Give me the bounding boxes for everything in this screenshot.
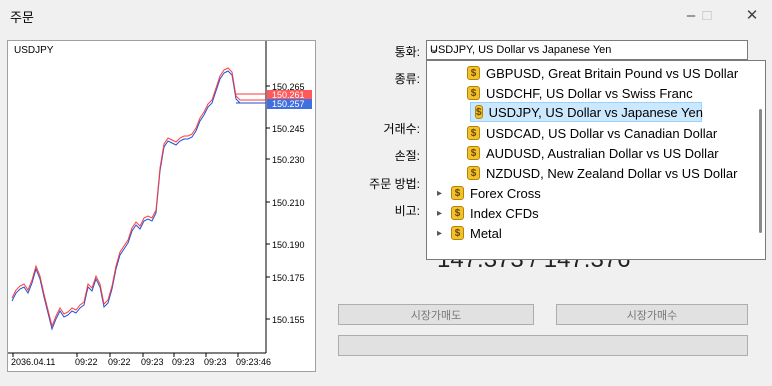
dropdown-item-label: USDCHF, US Dollar vs Swiss Franc (486, 85, 693, 101)
chevron-right-icon[interactable]: ▸ (437, 208, 447, 219)
dropdown-group-forex-cross[interactable]: ▸ $ Forex Cross (437, 183, 541, 203)
time-tick-label: 2036.04.11 (11, 357, 55, 367)
time-tick-label: 09:23 (141, 357, 164, 367)
price-tick-label: 150.155 (272, 315, 305, 325)
dollar-coin-icon: $ (467, 126, 480, 140)
close-icon[interactable]: ✕ (741, 5, 763, 25)
price-tick-label: 150.190 (272, 240, 305, 250)
price-tick-label: 150.210 (272, 198, 305, 208)
dropdown-item-audusd[interactable]: $ AUDUSD, Australian Dollar vs US Dollar (467, 143, 719, 163)
chart-canvas: 150.265150.245150.230150.210150.190150.1… (8, 41, 312, 367)
bid-price-tag: 150.257 (272, 99, 305, 109)
dropdown-group-label: Index CFDs (470, 205, 539, 221)
dollar-coin-icon: $ (451, 206, 464, 220)
window-title: 주문 (10, 10, 34, 25)
dropdown-item-usdchf[interactable]: $ USDCHF, US Dollar vs Swiss Franc (467, 83, 693, 103)
dropdown-group-metal[interactable]: ▸ $ Metal (437, 223, 502, 243)
symbol-label: 통화: (394, 45, 420, 59)
comment-label: 비고: (394, 204, 420, 218)
dollar-coin-icon: $ (467, 66, 480, 80)
dropdown-item-usdjpy[interactable]: $ USDJPY, US Dollar vs Japanese Yen (470, 102, 703, 122)
market-sell-button[interactable]: 시장가매도 (338, 304, 534, 325)
time-tick-label: 09:23 (172, 357, 195, 367)
dollar-coin-icon: $ (475, 105, 483, 119)
dropdown-item-label: AUDUSD, Australian Dollar vs US Dollar (486, 145, 719, 161)
time-tick-label: 09:23:46 (236, 357, 271, 367)
chevron-right-icon[interactable]: ▸ (437, 188, 447, 199)
title-bar: 주문 – □ ✕ (0, 0, 772, 30)
order-method-label: 주문 방법: (369, 177, 420, 191)
price-chart: USDJPY 150.265 150.245 150.230 150.210 150.1… (7, 40, 316, 372)
dropdown-item-label: GBPUSD, Great Britain Pound vs US Dollar (486, 65, 739, 81)
dropdown-group-index-cfds[interactable]: ▸ $ Index CFDs (437, 203, 539, 223)
price-tick-label: 150.230 (272, 155, 305, 165)
time-tick-label: 09:22 (75, 357, 98, 367)
dropdown-group-label: Metal (470, 225, 502, 241)
dropdown-item-label: USDCAD, US Dollar vs Canadian Dollar (486, 125, 718, 141)
volume-label: 거래수: (383, 122, 420, 136)
dropdown-item-usdcad[interactable]: $ USDCAD, US Dollar vs Canadian Dollar (467, 123, 717, 143)
bid-price-line (11, 70, 266, 331)
dropdown-item-gbpusd[interactable]: $ GBPUSD, Great Britain Pound vs US Doll… (467, 63, 738, 83)
dollar-coin-icon: $ (467, 86, 480, 100)
dropdown-scrollbar-thumb[interactable] (759, 109, 762, 233)
chevron-down-icon[interactable]: ⌄ (430, 44, 743, 55)
dollar-coin-icon: $ (451, 186, 464, 200)
symbol-select[interactable]: USDJPY, US Dollar vs Japanese Yen ⌄ (426, 40, 748, 60)
chevron-right-icon[interactable]: ▸ (437, 228, 447, 239)
dollar-coin-icon: $ (451, 226, 464, 240)
price-tick-label: 150.245 (272, 124, 305, 134)
stop-loss-label: 손절: (394, 149, 420, 163)
dropdown-item-nzdusd[interactable]: $ NZDUSD, New Zealand Dollar vs US Dolla… (467, 163, 737, 183)
maximize-icon[interactable]: □ (696, 5, 718, 25)
dollar-coin-icon: $ (467, 146, 480, 160)
order-submit-button[interactable] (338, 335, 748, 356)
time-tick-label: 09:22 (108, 357, 131, 367)
dropdown-group-label: Forex Cross (470, 185, 541, 201)
dropdown-item-label: NZDUSD, New Zealand Dollar vs US Dollar (486, 165, 738, 181)
market-buy-button[interactable]: 시장가매수 (556, 304, 748, 325)
ask-price-line (11, 67, 266, 328)
dollar-coin-icon: $ (467, 166, 480, 180)
symbol-dropdown-list[interactable]: $ GBPUSD, Great Britain Pound vs US Doll… (426, 60, 766, 260)
dropdown-item-label: USDJPY, US Dollar vs Japanese Yen (488, 104, 703, 120)
time-tick-label: 09:23 (204, 357, 227, 367)
price-tick-label: 150.175 (272, 273, 305, 283)
type-label: 종류: (394, 72, 420, 86)
